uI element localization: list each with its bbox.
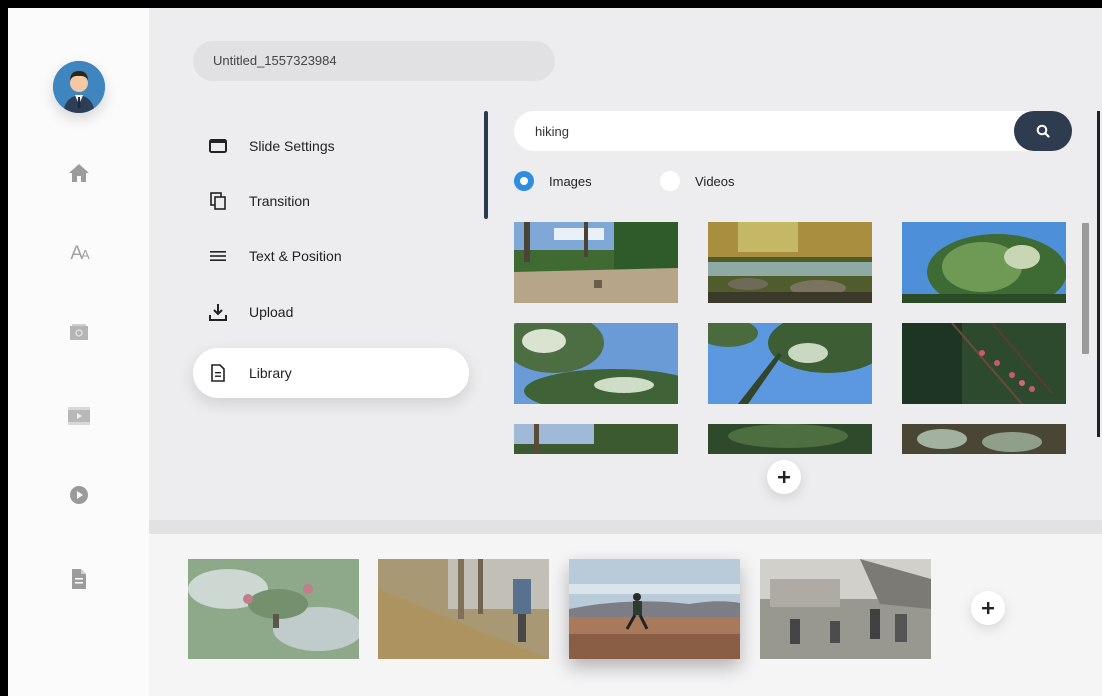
image-result[interactable] [708, 424, 872, 454]
play-icon[interactable] [66, 482, 92, 508]
search-bar [514, 111, 1072, 151]
project-title: Untitled_1557323984 [213, 53, 337, 68]
menu-item-library[interactable]: Library [193, 348, 469, 398]
add-slide-button[interactable] [971, 591, 1005, 625]
timeline-separator [149, 520, 1102, 534]
search-button[interactable] [1014, 111, 1072, 151]
radio-images[interactable]: Images [514, 171, 592, 191]
timeline-slide[interactable] [760, 559, 931, 659]
plus-icon [778, 471, 790, 483]
app-window: AA Untitled_1557323984 Slide Settings Tr… [8, 8, 1102, 696]
file-icon[interactable] [66, 566, 92, 592]
menu-item-label: Library [249, 365, 292, 381]
menu-item-upload[interactable]: Upload [193, 287, 469, 337]
upload-icon [207, 301, 229, 323]
image-result[interactable] [514, 323, 678, 404]
transition-icon [207, 190, 229, 212]
left-rail: AA [8, 8, 149, 696]
plus-icon [982, 602, 994, 614]
font-size-icon[interactable]: AA [66, 241, 92, 267]
scrollbar-track [1097, 111, 1100, 437]
project-title-field[interactable]: Untitled_1557323984 [193, 41, 555, 81]
video-icon[interactable] [66, 403, 92, 429]
image-result[interactable] [708, 222, 872, 303]
menu-item-text-position[interactable]: Text & Position [193, 231, 469, 281]
load-more-button[interactable] [767, 460, 801, 494]
user-avatar[interactable] [53, 61, 105, 113]
menu-item-transition[interactable]: Transition [193, 176, 469, 226]
lines-icon [207, 245, 229, 267]
slide-timeline [149, 534, 1102, 696]
radio-label: Videos [695, 173, 735, 189]
document-icon [207, 362, 229, 384]
image-icon[interactable] [66, 319, 92, 345]
image-result[interactable] [514, 222, 678, 303]
image-result[interactable] [902, 222, 1066, 303]
timeline-slide[interactable] [188, 559, 359, 659]
timeline-slide[interactable] [378, 559, 549, 659]
home-icon[interactable] [66, 160, 92, 186]
radio-label: Images [549, 173, 592, 189]
image-results-grid [514, 222, 1069, 454]
menu-item-slide-settings[interactable]: Slide Settings [193, 121, 469, 171]
image-result[interactable] [514, 424, 678, 454]
image-result[interactable] [708, 323, 872, 404]
radio-unselected-icon [660, 171, 680, 191]
menu-item-label: Text & Position [249, 248, 342, 264]
radio-selected-icon [514, 171, 534, 191]
panel-divider [484, 111, 488, 219]
menu-item-label: Upload [249, 304, 294, 320]
editor-panel: Untitled_1557323984 Slide Settings Trans… [149, 8, 1102, 520]
image-result[interactable] [902, 424, 1066, 454]
slide-icon [207, 135, 229, 157]
radio-videos[interactable]: Videos [660, 171, 735, 191]
search-icon [1036, 124, 1050, 138]
image-result[interactable] [902, 323, 1066, 404]
menu-item-label: Transition [249, 193, 310, 209]
menu-item-label: Slide Settings [249, 138, 335, 154]
timeline-slide-selected[interactable] [569, 559, 740, 659]
scrollbar-thumb[interactable] [1082, 223, 1089, 354]
search-input[interactable] [535, 123, 1005, 139]
